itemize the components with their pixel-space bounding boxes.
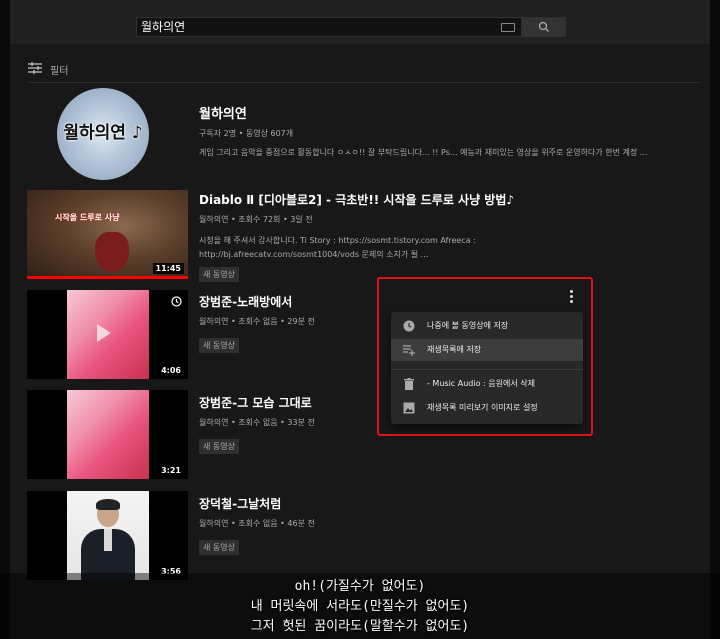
channel-description: 게임 그리고 음악을 중점으로 활동합니다 ㅇㅅㅇ!! 잘 부탁드립니다... … xyxy=(199,148,648,157)
video-title[interactable]: 장범준-그 모습 그대로 xyxy=(199,394,312,411)
menu-item-label: - Music Audio : 음원에서 삭제 xyxy=(427,379,535,388)
video-title[interactable]: 장범준-노래방에서 xyxy=(199,293,292,310)
channel-name[interactable]: 월하의연 xyxy=(199,103,247,122)
album-art xyxy=(67,390,149,479)
search-query: 월하의연 xyxy=(141,20,186,34)
duration-badge: 4:06 xyxy=(158,365,184,376)
context-menu: 나중에 볼 동영상에 저장 재생목록에 저장 - Music Audio : 음… xyxy=(391,312,583,424)
video-item[interactable]: 3:56 장덕철-그날처럼 월하의연 • 조회수 없음 • 46분 전 새 동영… xyxy=(27,491,703,586)
clock-icon[interactable] xyxy=(169,294,184,309)
duration-badge: 3:21 xyxy=(158,465,184,476)
video-thumbnail[interactable]: 시작을 드루로 사냥 11:45 xyxy=(27,190,188,279)
new-video-badge: 새 동영상 xyxy=(199,338,239,353)
subtitle-line: 그저 헛된 꿈이라도(말할수가 없어도) xyxy=(250,619,470,634)
new-video-badge: 새 동영상 xyxy=(199,540,239,555)
thumbnail-caption: 시작을 드루로 사냥 xyxy=(55,213,120,222)
menu-item-set-thumbnail[interactable]: 재생목록 미리보기 이미지로 설정 xyxy=(391,397,583,419)
menu-item-save-playlist[interactable]: 재생목록에 저장 xyxy=(391,339,583,361)
clock-icon xyxy=(403,320,415,332)
video-title[interactable]: Diablo Ⅱ [디아블로2] - 극초반!! 시작을 드루로 사냥 방법♪ xyxy=(199,191,514,208)
menu-item-label: 나중에 볼 동영상에 저장 xyxy=(427,321,509,330)
video-thumbnail[interactable]: 3:56 xyxy=(27,491,188,580)
image-icon xyxy=(403,402,415,414)
youtube-window: 월하의연 필터 월하의연 ♪ 월하의연 구독자 2명 • 동영상 607개 게임… xyxy=(10,0,710,639)
video-item[interactable]: 4:06 장범준-노래방에서 월하의연 • 조회수 없음 • 29분 전 새 동… xyxy=(27,290,703,385)
divider xyxy=(28,82,702,83)
top-bar: 월하의연 xyxy=(10,0,710,44)
video-meta: 월하의연 • 조회수 없음 • 29분 전 xyxy=(199,317,315,326)
watch-progress-bar xyxy=(27,276,188,279)
video-meta: 월하의연 • 조회수 없음 • 46분 전 xyxy=(199,519,315,528)
video-title[interactable]: 장덕철-그날처럼 xyxy=(199,495,281,512)
video-thumbnail[interactable]: 3:21 xyxy=(27,390,188,479)
menu-item-watch-later[interactable]: 나중에 볼 동영상에 저장 xyxy=(391,315,583,337)
shirt xyxy=(104,529,112,551)
video-meta: 월하의연 • 조회수 없음 • 33분 전 xyxy=(199,418,315,427)
description-line: http://bj.afreecatv.com/sosmt1004/vods 문… xyxy=(199,250,429,259)
video-item[interactable]: 시작을 드루로 사냥 11:45 Diablo Ⅱ [디아블로2] - 극초반!… xyxy=(27,190,703,285)
duration-badge: 11:45 xyxy=(152,263,184,274)
subtitle-line: oh!(가질수가 없어도) xyxy=(294,579,426,594)
keyboard-icon[interactable] xyxy=(501,23,515,32)
new-video-badge: 새 동영상 xyxy=(199,439,239,454)
search-button[interactable] xyxy=(522,17,566,37)
menu-separator xyxy=(391,369,583,370)
clock-glyph xyxy=(171,296,182,307)
menu-item-label: 재생목록 미리보기 이미지로 설정 xyxy=(427,403,538,412)
search-input[interactable]: 월하의연 xyxy=(136,17,522,37)
new-video-badge: 새 동영상 xyxy=(199,267,239,282)
video-meta: 월하의연 • 조회수 72회 • 3일 전 xyxy=(199,215,313,224)
hair xyxy=(96,499,120,510)
portrait-image xyxy=(67,491,149,580)
channel-avatar[interactable]: 월하의연 ♪ xyxy=(57,88,149,180)
album-art xyxy=(67,290,149,379)
filter-label: 필터 xyxy=(50,66,69,77)
subtitle-line: 내 머릿속에 서라도(만질수가 없어도) xyxy=(250,599,470,614)
bear-mouth xyxy=(95,232,129,272)
channel-meta: 구독자 2명 • 동영상 607개 xyxy=(199,129,294,138)
video-item[interactable]: 3:21 장범준-그 모습 그대로 월하의연 • 조회수 없음 • 33분 전 … xyxy=(27,390,703,485)
subtitle-overlay: oh!(가질수가 없어도) 내 머릿속에 서라도(만질수가 없어도) 그저 헛된… xyxy=(0,573,720,639)
video-description: 시청을 해 주셔서 감사합니다. Ti Story : https://sosm… xyxy=(199,234,499,262)
description-line: 시청을 해 주셔서 감사합니다. Ti Story : https://sosm… xyxy=(199,236,476,245)
video-thumbnail[interactable]: 4:06 xyxy=(27,290,188,379)
menu-item-remove[interactable]: - Music Audio : 음원에서 삭제 xyxy=(391,373,583,395)
trash-icon xyxy=(404,378,414,390)
menu-item-label: 재생목록에 저장 xyxy=(427,345,482,354)
filter-icon xyxy=(28,62,42,74)
play-icon xyxy=(97,324,111,342)
search-icon xyxy=(538,21,549,32)
playlist-add-icon xyxy=(403,345,415,356)
avatar-text: 월하의연 ♪ xyxy=(63,123,143,143)
